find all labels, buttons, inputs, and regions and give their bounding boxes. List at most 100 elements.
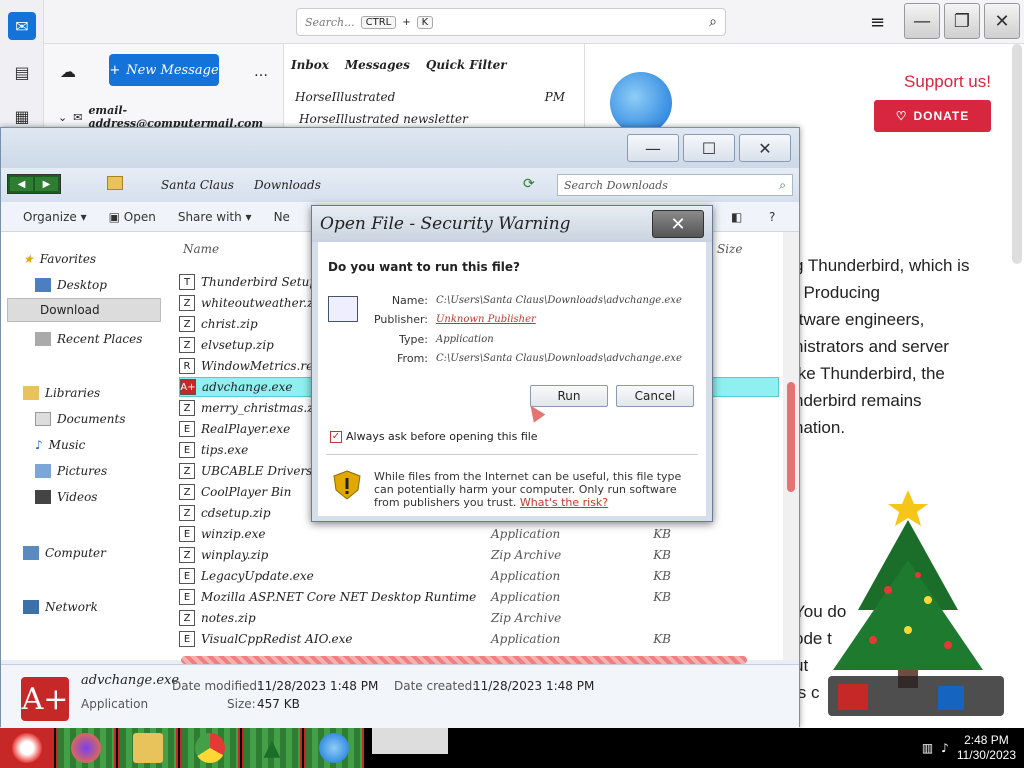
quick-filter-button[interactable]: Quick Filter: [426, 58, 507, 72]
mail-icon[interactable]: ✉: [8, 12, 36, 40]
created-value: 11/28/2023 1:48 PM: [473, 679, 595, 693]
refresh-icon[interactable]: ⟳: [523, 176, 535, 192]
cancel-button[interactable]: Cancel: [616, 385, 694, 407]
dialog-close-button[interactable]: ✕: [652, 210, 704, 238]
chrome-icon: [195, 733, 225, 763]
back-button[interactable]: ◀: [10, 177, 33, 191]
horizontal-scrollbar[interactable]: [181, 656, 747, 664]
file-size: KB: [653, 548, 671, 562]
calendar-icon[interactable]: ▦: [8, 102, 36, 130]
volume-icon[interactable]: ♪: [941, 741, 949, 755]
risk-link[interactable]: What's the risk?: [520, 496, 608, 509]
organize-menu[interactable]: Organize ▾: [23, 210, 87, 224]
nav-videos[interactable]: Videos: [35, 490, 97, 504]
table-row[interactable]: E LegacyUpdate.exe Application KB: [179, 566, 779, 586]
document-icon: [35, 412, 51, 426]
list-item[interactable]: HorseIllustrated newsletter: [299, 112, 468, 126]
run-button[interactable]: Run: [530, 385, 608, 407]
nav-recent[interactable]: Recent Places: [35, 332, 142, 346]
app-menu-icon[interactable]: ≡: [870, 12, 885, 33]
taskbar-explorer[interactable]: [118, 728, 178, 768]
name-value: C:\Users\Santa Claus\Downloads\advchange…: [436, 295, 682, 306]
forward-button[interactable]: ▶: [35, 177, 58, 191]
nav-download[interactable]: Download: [7, 298, 161, 322]
search-icon[interactable]: ⌕: [779, 178, 786, 193]
column-header-name[interactable]: Name: [183, 242, 219, 256]
start-button[interactable]: [0, 728, 54, 768]
taskbar-thunderbird[interactable]: [304, 728, 364, 768]
vertical-scrollbar[interactable]: [783, 232, 799, 660]
table-row[interactable]: Zwinplay.zip Zip Archive KB: [179, 545, 779, 565]
thunderbird-toolbar: Search... CTRL + K ⌕ ≡ — ❐ ✕: [44, 0, 1024, 44]
thunderbird-icon: [319, 733, 349, 763]
get-messages-icon[interactable]: ☁: [60, 62, 76, 81]
address-book-icon[interactable]: ▤: [8, 58, 36, 86]
explorer-search-input[interactable]: Search Downloads ⌕: [557, 174, 793, 196]
share-menu[interactable]: Share with ▾: [178, 210, 252, 224]
nav-desktop[interactable]: Desktop: [35, 278, 107, 292]
close-button[interactable]: ✕: [984, 3, 1020, 39]
nav-pictures[interactable]: Pictures: [35, 464, 107, 478]
explorer-minimize-button[interactable]: —: [627, 134, 679, 162]
nav-music[interactable]: ♪ Music: [35, 438, 85, 452]
more-icon[interactable]: …: [254, 64, 268, 80]
table-row[interactable]: E Mozilla ASP.NET Core NET Desktop Runtim…: [179, 587, 779, 607]
file-size: KB: [653, 527, 671, 541]
nav-computer[interactable]: Computer: [23, 546, 106, 560]
file-type-icon: A+: [21, 677, 69, 721]
heart-icon: ♡: [895, 109, 908, 123]
maximize-button[interactable]: ❐: [944, 3, 980, 39]
body-text: ! Producing: [794, 283, 880, 302]
taskbar-chrome[interactable]: [180, 728, 240, 768]
new-message-button[interactable]: + New Message: [109, 54, 219, 86]
nav-documents[interactable]: Documents: [35, 412, 125, 426]
global-search-input[interactable]: Search... CTRL + K ⌕: [296, 8, 726, 36]
always-ask-checkbox[interactable]: ✓ Always ask before opening this file: [330, 430, 538, 443]
search-icon[interactable]: ⌕: [709, 14, 717, 30]
nav-network[interactable]: Network: [23, 600, 98, 614]
network-icon[interactable]: ▥: [922, 741, 933, 755]
table-row[interactable]: Ewinzip.exe Application KB: [179, 524, 779, 544]
list-item[interactable]: HorseIllustrated PM: [295, 90, 565, 104]
clock[interactable]: 2:48 PM 11/30/2023: [957, 733, 1016, 763]
nav-libraries[interactable]: Libraries: [23, 386, 100, 400]
table-row[interactable]: E VisualCppRedist AIO.exe Application KB: [179, 629, 779, 649]
nav-buttons: ◀ ▶: [7, 174, 61, 194]
taskbar-blank-item[interactable]: [372, 728, 448, 754]
scrollbar[interactable]: [1012, 44, 1022, 264]
file-type: Application: [491, 590, 561, 604]
list-header: Inbox Messages Quick Filter: [291, 58, 507, 72]
inbox-label: Inbox: [291, 58, 329, 72]
minimize-button[interactable]: —: [904, 3, 940, 39]
open-button[interactable]: ▣ Open: [109, 210, 156, 224]
view-icon[interactable]: ◧: [731, 210, 742, 224]
type-value: Application: [436, 334, 494, 345]
details-filetype: Application: [81, 697, 149, 711]
help-icon[interactable]: ?: [769, 210, 775, 224]
file-icon: Z: [179, 400, 195, 416]
table-row[interactable]: Znotes.zip Zip Archive: [179, 608, 779, 628]
body-text: g Thunderbird, which is: [794, 256, 970, 275]
file-type: Zip Archive: [491, 611, 562, 625]
created-label: Date created:: [394, 679, 477, 693]
explorer-maximize-button[interactable]: ☐: [683, 134, 735, 162]
new-folder-button[interactable]: Ne: [274, 210, 290, 224]
checkbox-check-icon: ✓: [330, 430, 342, 443]
breadcrumb-item[interactable]: Downloads: [254, 178, 321, 192]
dialog-question: Do you want to run this file?: [328, 260, 520, 274]
column-header-size[interactable]: Size: [717, 242, 742, 256]
security-warning-dialog: Open File - Security Warning ✕ Do you wa…: [311, 205, 713, 522]
publisher-label: Publisher:: [373, 313, 428, 326]
breadcrumb-item[interactable]: Santa Claus: [161, 178, 234, 192]
taskbar-tree[interactable]: ▲: [242, 728, 302, 768]
taskbar-firefox[interactable]: [56, 728, 116, 768]
explorer-close-button[interactable]: ✕: [739, 134, 791, 162]
modified-label: Date modified:: [172, 679, 262, 693]
file-icon: E: [179, 631, 195, 647]
modified-value: 11/28/2023 1:48 PM: [257, 679, 379, 693]
network-icon: [23, 600, 39, 614]
santa-icon: [12, 733, 42, 763]
nav-favorites[interactable]: ★ Favorites: [23, 252, 96, 266]
address-row: ◀ ▶ Santa Claus Downloads ⟳ Search Downl…: [1, 168, 799, 202]
donate-button[interactable]: ♡ DONATE: [874, 100, 991, 132]
